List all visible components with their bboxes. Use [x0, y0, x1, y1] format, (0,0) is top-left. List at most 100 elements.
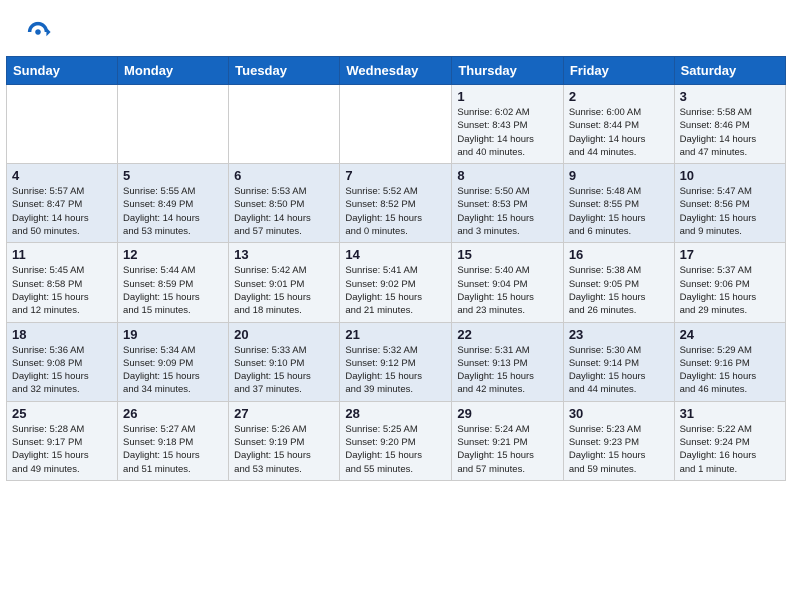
calendar-cell: 16 Sunrise: 5:38 AM Sunset: 9:05 PM Dayli…	[563, 243, 674, 322]
day-number: 13	[234, 247, 334, 262]
calendar-cell	[229, 85, 340, 164]
calendar-week-1: 1 Sunrise: 6:02 AM Sunset: 8:43 PM Daylig…	[7, 85, 786, 164]
day-info: Sunrise: 5:33 AM Sunset: 9:10 PM Dayligh…	[234, 344, 334, 397]
calendar-header-tuesday: Tuesday	[229, 57, 340, 85]
day-info: Sunrise: 5:25 AM Sunset: 9:20 PM Dayligh…	[345, 423, 446, 476]
calendar-cell: 11Sunrise: 5:45 AM Sunset: 8:58 PM Dayli…	[7, 243, 118, 322]
calendar-cell: 10Sunrise: 5:47 AM Sunset: 8:56 PM Dayli…	[674, 164, 785, 243]
calendar-cell: 23 Sunrise: 5:30 AM Sunset: 9:14 PM Dayli…	[563, 322, 674, 401]
calendar-cell: 12Sunrise: 5:44 AM Sunset: 8:59 PM Dayli…	[118, 243, 229, 322]
day-info: Sunrise: 5:27 AM Sunset: 9:18 PM Dayligh…	[123, 423, 223, 476]
calendar-cell: 18 Sunrise: 5:36 AM Sunset: 9:08 PM Dayli…	[7, 322, 118, 401]
day-number: 24	[680, 327, 780, 342]
calendar-cell: 27 Sunrise: 5:26 AM Sunset: 9:19 PM Dayli…	[229, 401, 340, 480]
calendar-cell	[340, 85, 452, 164]
day-number: 29	[457, 406, 557, 421]
day-info: Sunrise: 5:24 AM Sunset: 9:21 PM Dayligh…	[457, 423, 557, 476]
calendar-cell: 24Sunrise: 5:29 AM Sunset: 9:16 PM Dayli…	[674, 322, 785, 401]
logo-icon	[24, 18, 52, 46]
day-number: 30	[569, 406, 669, 421]
day-number: 19	[123, 327, 223, 342]
day-info: Sunrise: 5:52 AM Sunset: 8:52 PM Dayligh…	[345, 185, 446, 238]
day-number: 27	[234, 406, 334, 421]
day-info: Sunrise: 5:47 AM Sunset: 8:56 PM Dayligh…	[680, 185, 780, 238]
calendar-cell: 5 Sunrise: 5:55 AM Sunset: 8:49 PM Daylig…	[118, 164, 229, 243]
calendar-cell: 19 Sunrise: 5:34 AM Sunset: 9:09 PM Dayli…	[118, 322, 229, 401]
day-info: Sunrise: 5:30 AM Sunset: 9:14 PM Dayligh…	[569, 344, 669, 397]
day-number: 4	[12, 168, 112, 183]
calendar-header-friday: Friday	[563, 57, 674, 85]
day-info: Sunrise: 5:28 AM Sunset: 9:17 PM Dayligh…	[12, 423, 112, 476]
day-number: 31	[680, 406, 780, 421]
day-number: 22	[457, 327, 557, 342]
day-info: Sunrise: 5:36 AM Sunset: 9:08 PM Dayligh…	[12, 344, 112, 397]
day-info: Sunrise: 5:31 AM Sunset: 9:13 PM Dayligh…	[457, 344, 557, 397]
calendar-cell: 14 Sunrise: 5:41 AM Sunset: 9:02 PM Dayli…	[340, 243, 452, 322]
day-info: Sunrise: 5:23 AM Sunset: 9:23 PM Dayligh…	[569, 423, 669, 476]
logo	[24, 18, 58, 46]
day-number: 23	[569, 327, 669, 342]
calendar-cell: 21 Sunrise: 5:32 AM Sunset: 9:12 PM Dayli…	[340, 322, 452, 401]
calendar-cell: 22 Sunrise: 5:31 AM Sunset: 9:13 PM Dayli…	[452, 322, 563, 401]
calendar-cell: 4 Sunrise: 5:57 AM Sunset: 8:47 PM Daylig…	[7, 164, 118, 243]
calendar-cell	[7, 85, 118, 164]
day-number: 6	[234, 168, 334, 183]
day-info: Sunrise: 5:38 AM Sunset: 9:05 PM Dayligh…	[569, 264, 669, 317]
day-number: 25	[12, 406, 112, 421]
day-info: Sunrise: 5:44 AM Sunset: 8:59 PM Dayligh…	[123, 264, 223, 317]
calendar-week-2: 4 Sunrise: 5:57 AM Sunset: 8:47 PM Daylig…	[7, 164, 786, 243]
calendar-cell	[118, 85, 229, 164]
day-info: Sunrise: 5:58 AM Sunset: 8:46 PM Dayligh…	[680, 106, 780, 159]
calendar-cell: 3Sunrise: 5:58 AM Sunset: 8:46 PM Daylig…	[674, 85, 785, 164]
calendar-cell: 31 Sunrise: 5:22 AM Sunset: 9:24 PM Dayli…	[674, 401, 785, 480]
day-info: Sunrise: 5:41 AM Sunset: 9:02 PM Dayligh…	[345, 264, 446, 317]
day-number: 20	[234, 327, 334, 342]
calendar-cell: 6 Sunrise: 5:53 AM Sunset: 8:50 PM Daylig…	[229, 164, 340, 243]
calendar-week-5: 25 Sunrise: 5:28 AM Sunset: 9:17 PM Dayli…	[7, 401, 786, 480]
calendar-cell: 13 Sunrise: 5:42 AM Sunset: 9:01 PM Dayli…	[229, 243, 340, 322]
day-number: 1	[457, 89, 557, 104]
day-info: Sunrise: 5:50 AM Sunset: 8:53 PM Dayligh…	[457, 185, 557, 238]
day-number: 16	[569, 247, 669, 262]
calendar-week-3: 11Sunrise: 5:45 AM Sunset: 8:58 PM Dayli…	[7, 243, 786, 322]
day-number: 18	[12, 327, 112, 342]
day-number: 7	[345, 168, 446, 183]
calendar-cell: 30 Sunrise: 5:23 AM Sunset: 9:23 PM Dayli…	[563, 401, 674, 480]
day-info: Sunrise: 5:22 AM Sunset: 9:24 PM Dayligh…	[680, 423, 780, 476]
calendar-cell: 26 Sunrise: 5:27 AM Sunset: 9:18 PM Dayli…	[118, 401, 229, 480]
day-info: Sunrise: 6:02 AM Sunset: 8:43 PM Dayligh…	[457, 106, 557, 159]
calendar-cell: 1 Sunrise: 6:02 AM Sunset: 8:43 PM Daylig…	[452, 85, 563, 164]
day-number: 28	[345, 406, 446, 421]
day-number: 11	[12, 247, 112, 262]
day-number: 5	[123, 168, 223, 183]
day-number: 21	[345, 327, 446, 342]
calendar-cell: 29 Sunrise: 5:24 AM Sunset: 9:21 PM Dayli…	[452, 401, 563, 480]
calendar-header-monday: Monday	[118, 57, 229, 85]
calendar-cell: 15Sunrise: 5:40 AM Sunset: 9:04 PM Dayli…	[452, 243, 563, 322]
day-info: Sunrise: 5:57 AM Sunset: 8:47 PM Dayligh…	[12, 185, 112, 238]
calendar-header-thursday: Thursday	[452, 57, 563, 85]
day-number: 14	[345, 247, 446, 262]
day-info: Sunrise: 5:34 AM Sunset: 9:09 PM Dayligh…	[123, 344, 223, 397]
day-number: 17	[680, 247, 780, 262]
calendar-cell: 7 Sunrise: 5:52 AM Sunset: 8:52 PM Daylig…	[340, 164, 452, 243]
day-number: 9	[569, 168, 669, 183]
day-info: Sunrise: 5:40 AM Sunset: 9:04 PM Dayligh…	[457, 264, 557, 317]
day-number: 8	[457, 168, 557, 183]
page-header	[0, 0, 792, 56]
day-info: Sunrise: 5:55 AM Sunset: 8:49 PM Dayligh…	[123, 185, 223, 238]
day-info: Sunrise: 5:42 AM Sunset: 9:01 PM Dayligh…	[234, 264, 334, 317]
day-info: Sunrise: 5:53 AM Sunset: 8:50 PM Dayligh…	[234, 185, 334, 238]
calendar-cell: 17Sunrise: 5:37 AM Sunset: 9:06 PM Dayli…	[674, 243, 785, 322]
calendar-cell: 8 Sunrise: 5:50 AM Sunset: 8:53 PM Daylig…	[452, 164, 563, 243]
calendar-week-4: 18 Sunrise: 5:36 AM Sunset: 9:08 PM Dayli…	[7, 322, 786, 401]
calendar-wrapper: SundayMondayTuesdayWednesdayThursdayFrid…	[0, 56, 792, 487]
calendar-header-row: SundayMondayTuesdayWednesdayThursdayFrid…	[7, 57, 786, 85]
day-number: 26	[123, 406, 223, 421]
calendar-header-saturday: Saturday	[674, 57, 785, 85]
calendar-cell: 28 Sunrise: 5:25 AM Sunset: 9:20 PM Dayli…	[340, 401, 452, 480]
calendar-cell: 2Sunrise: 6:00 AM Sunset: 8:44 PM Daylig…	[563, 85, 674, 164]
calendar-header-sunday: Sunday	[7, 57, 118, 85]
day-info: Sunrise: 5:26 AM Sunset: 9:19 PM Dayligh…	[234, 423, 334, 476]
day-info: Sunrise: 5:32 AM Sunset: 9:12 PM Dayligh…	[345, 344, 446, 397]
